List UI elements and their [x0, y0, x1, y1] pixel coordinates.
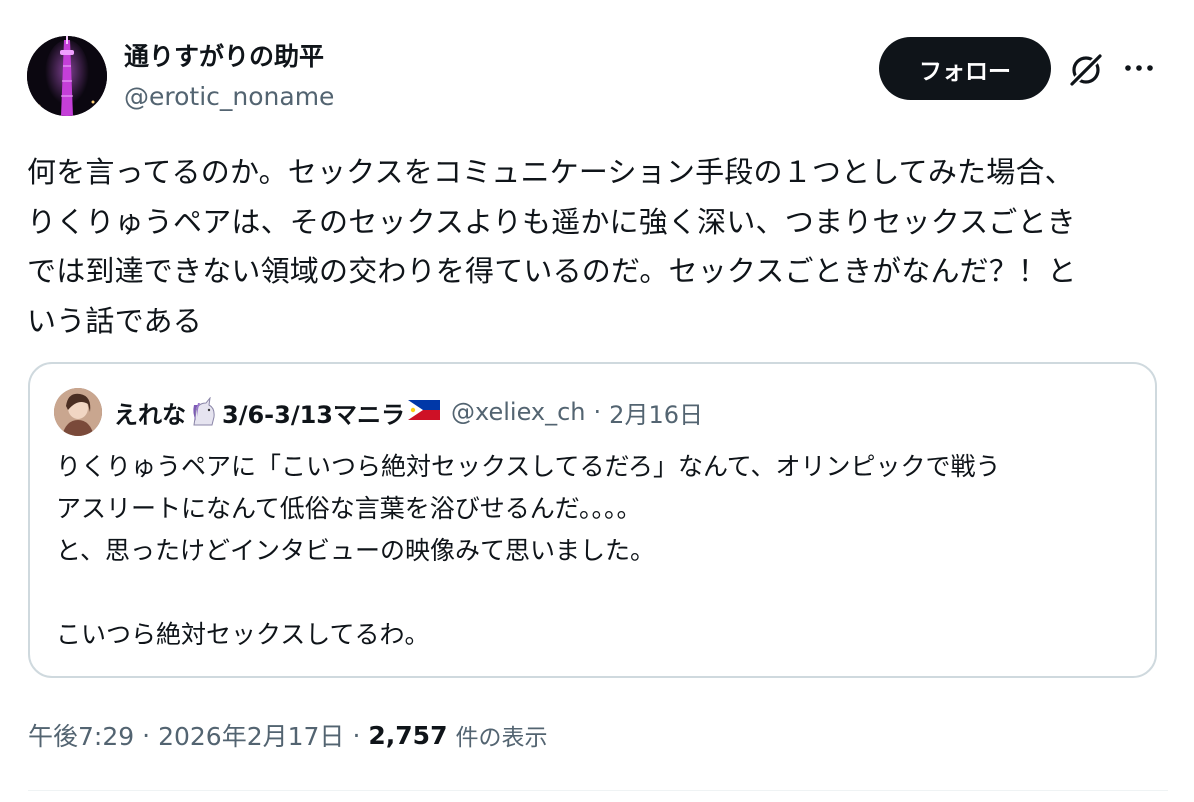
author-handle[interactable]: @erotic_noname [124, 81, 334, 113]
quoted-tweet-header: えれな 3/6-3/13マニラ @xeliex_ch · 2月16日 [114, 394, 703, 430]
quoted-header-separator: · [593, 398, 602, 426]
unicorn-icon [188, 396, 220, 427]
more-horizontal-icon[interactable] [1122, 56, 1156, 80]
tweet-text-line: いう話である [27, 303, 202, 338]
quoted-author-handle[interactable]: @xeliex_ch [451, 398, 586, 426]
quoted-text-line [56, 572, 1136, 614]
quoted-tweet-text: りくりゅうペアに「こいつら絶対セックスしてるだろ」なんて、オリンピックで戦う ア… [56, 446, 1136, 656]
author-avatar[interactable] [27, 36, 107, 116]
quoted-text-line: こいつら絶対セックスしてるわ。 [56, 620, 430, 649]
quoted-text-line: と、思ったけどインタビューの映像みて思いました。 [56, 536, 656, 565]
divider [28, 790, 1168, 791]
views-count[interactable]: 2,757 [368, 721, 447, 750]
quoted-author-name-suffix: 3/6-3/13マニラ [222, 400, 405, 429]
tweet-text: 何を言ってるのか。セックスをコミュニケーション手段の１つとしてみた場合、 りくり… [27, 148, 1167, 346]
author-display-name[interactable]: 通りすがりの助平 [124, 40, 324, 74]
quoted-author-name-prefix: えれな [114, 400, 186, 429]
follow-button[interactable]: フォロー [879, 37, 1051, 100]
tweet-date[interactable]: 2026年2月17日 [158, 717, 344, 753]
tweet-text-line: りくりゅうペアは、そのセックスよりも遥かに強く深い、つまりセックスごとき [27, 204, 1076, 239]
grok-icon[interactable] [1068, 52, 1104, 88]
quoted-tweet-date[interactable]: 2月16日 [609, 395, 703, 430]
quoted-tweet-card[interactable]: えれな 3/6-3/13マニラ @xeliex_ch · 2月16日 りくりゅう… [28, 362, 1157, 678]
tweet-time[interactable]: 午後7:29 [28, 717, 134, 753]
tweet-detail: 通りすがりの助平 @erotic_noname フォロー 何を言ってるのか。セッ… [0, 0, 1194, 802]
quoted-author-avatar[interactable] [54, 388, 102, 436]
meta-separator: · [142, 720, 151, 750]
meta-separator: · [352, 720, 361, 750]
quoted-text-line: りくりゅうペアに「こいつら絶対セックスしてるだろ」なんて、オリンピックで戦う [56, 452, 1001, 481]
tweet-meta: 午後7:29 · 2026年2月17日 · 2,757 件の表示 [28, 715, 547, 755]
philippines-flag-icon [407, 397, 440, 427]
quoted-text-line: アスリートになんて低俗な言葉を浴びせるんだ。。。。 [56, 494, 642, 523]
tower-icon [27, 36, 107, 116]
tweet-text-line: では到達できない領域の交わりを得ているのだ。セックスごときがなんだ？！と [27, 254, 1077, 288]
views-label: 件の表示 [455, 725, 548, 751]
tweet-text-line: 何を言ってるのか。セックスをコミュニケーション手段の１つとしてみた場合、 [27, 155, 1074, 189]
quoted-author-name[interactable]: えれな 3/6-3/13マニラ [114, 395, 441, 430]
